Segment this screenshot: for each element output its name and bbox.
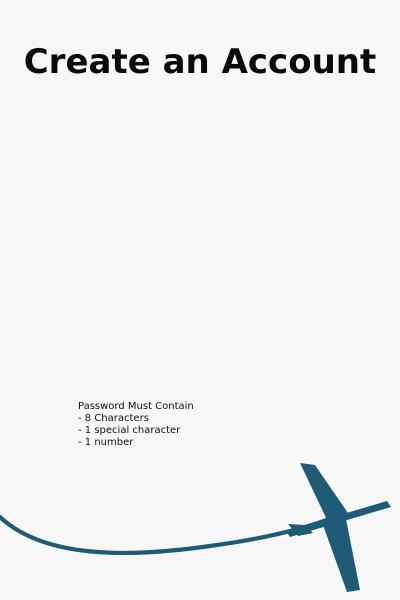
- create-account-screen: Create an Account Password Must Contain …: [0, 0, 400, 600]
- password-requirements: Password Must Contain - 8 Characters - 1…: [78, 401, 194, 449]
- airplane-top-wing: [300, 463, 350, 522]
- password-requirement-length: - 8 Characters: [78, 413, 149, 424]
- flight-trail: [0, 514, 338, 556]
- airplane-flight-path-decoration: [0, 463, 391, 592]
- airplane-bottom-wing: [323, 519, 360, 592]
- password-requirement-number: - 1 number: [78, 437, 134, 448]
- password-requirements-heading: Password Must Contain: [78, 401, 194, 412]
- airplane-icon: [286, 463, 391, 592]
- page-title: Create an Account: [23, 42, 377, 82]
- password-requirement-special-character: - 1 special character: [78, 425, 181, 436]
